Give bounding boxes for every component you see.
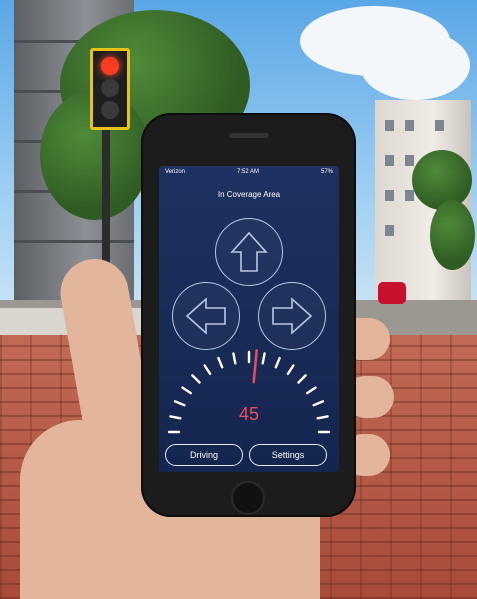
- app-screen: Verizon 7:52 AM 57% In Coverage Area 45 …: [159, 166, 339, 472]
- gauge-tick: [261, 352, 266, 365]
- photo-scene: Verizon 7:52 AM 57% In Coverage Area 45 …: [0, 0, 477, 599]
- red-car: [378, 282, 406, 304]
- carrier-label: Verizon: [165, 169, 186, 175]
- left-arrow-button[interactable]: [172, 282, 240, 350]
- palm-tree: [412, 150, 472, 210]
- speed-readout: 45: [238, 404, 260, 424]
- settings-button[interactable]: Settings: [249, 444, 327, 466]
- gauge-tick: [286, 364, 295, 375]
- coverage-status: In Coverage Area: [217, 190, 281, 199]
- status-bar: Verizon 7:52 AM 57%: [159, 166, 339, 178]
- gauge-tick: [305, 386, 317, 395]
- gauge-tick: [297, 374, 307, 384]
- arrow-left-icon: [185, 297, 226, 335]
- clock-label: 7:52 AM: [237, 169, 260, 175]
- cloud: [360, 30, 470, 100]
- tree: [430, 200, 475, 270]
- driving-button[interactable]: Driving: [165, 444, 243, 466]
- gauge-tick: [217, 356, 224, 369]
- gauge-tick: [191, 374, 201, 384]
- up-arrow-button[interactable]: [215, 218, 283, 286]
- battery-label: 57%: [320, 169, 333, 175]
- gauge-needle: [252, 349, 258, 384]
- arrow-right-icon: [272, 297, 313, 335]
- arrow-up-icon: [230, 231, 268, 272]
- right-arrow-button[interactable]: [258, 282, 326, 350]
- gauge-tick: [232, 352, 237, 365]
- gauge-tick: [274, 356, 281, 369]
- gauge-tick: [181, 386, 192, 395]
- home-button[interactable]: [231, 481, 265, 515]
- gauge-tick: [203, 364, 212, 375]
- earpiece: [229, 133, 269, 138]
- traffic-light: [90, 48, 130, 130]
